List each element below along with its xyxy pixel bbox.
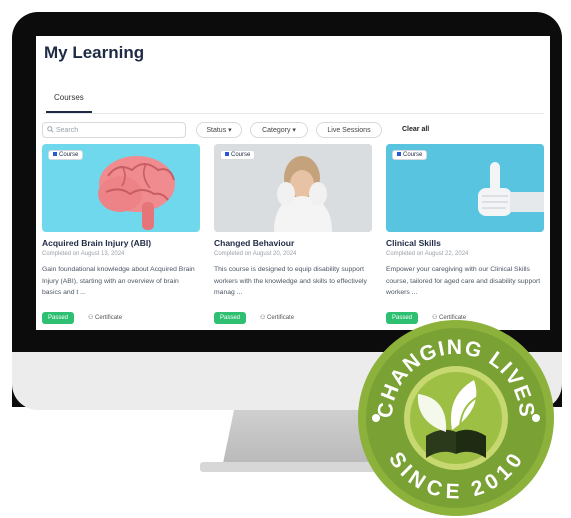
certificate-link[interactable]: ⚇ Certificate [88, 312, 122, 324]
certificate-icon: ⚇ [88, 315, 96, 321]
course-card[interactable]: Course Changed Behaviour Completed on Au… [214, 144, 372, 330]
course-card[interactable]: Course Clinical Skills Completed on Augu… [386, 144, 544, 330]
search-icon [47, 126, 56, 134]
search-input[interactable]: Search [42, 122, 186, 138]
course-completed-date: Completed on August 20, 2024 [214, 251, 297, 257]
app-screen: My Learning Courses Search Status ▾ Cate… [36, 36, 550, 330]
course-title[interactable]: Clinical Skills [386, 238, 441, 248]
search-placeholder: Search [55, 127, 79, 134]
passed-badge: Passed [42, 312, 75, 324]
course-image-thumbs-up: Course [386, 144, 544, 232]
page-title: My Learning [44, 43, 145, 62]
course-title[interactable]: Changed Behaviour [214, 238, 294, 248]
certificate-link[interactable]: ⚇ Certificate [260, 312, 294, 324]
course-description: Gain foundational knowledge about Acquir… [42, 266, 195, 296]
course-type-badge: Course [48, 150, 84, 160]
monitor-stand [222, 410, 372, 468]
course-card[interactable]: Course Acquired Brain Injury (ABI) Compl… [42, 144, 200, 330]
course-completed-date: Completed on August 13, 2024 [42, 251, 125, 257]
course-type-badge: Course [392, 150, 428, 160]
tab-bar: Courses [44, 91, 544, 114]
live-sessions-filter[interactable]: Live Sessions [316, 122, 382, 138]
clear-all-button[interactable]: Clear all [402, 122, 429, 138]
tab-courses[interactable]: Courses [46, 91, 92, 113]
course-description: This course is designed to equip disabil… [214, 266, 367, 296]
course-image-person: Course [214, 144, 372, 232]
course-type-badge: Course [220, 150, 256, 160]
course-image-brain: Course [42, 144, 200, 232]
course-description: Empower your caregiving with our Clinica… [386, 266, 541, 296]
passed-badge: Passed [214, 312, 247, 324]
course-title[interactable]: Acquired Brain Injury (ABI) [42, 238, 151, 248]
course-completed-date: Completed on August 22, 2024 [386, 251, 469, 257]
category-filter[interactable]: Category ▾ [250, 122, 308, 138]
changing-lives-badge: CHANGING LIVES SINCE 2010 [358, 320, 554, 516]
status-filter[interactable]: Status ▾ [196, 122, 242, 138]
certificate-icon: ⚇ [260, 315, 268, 321]
